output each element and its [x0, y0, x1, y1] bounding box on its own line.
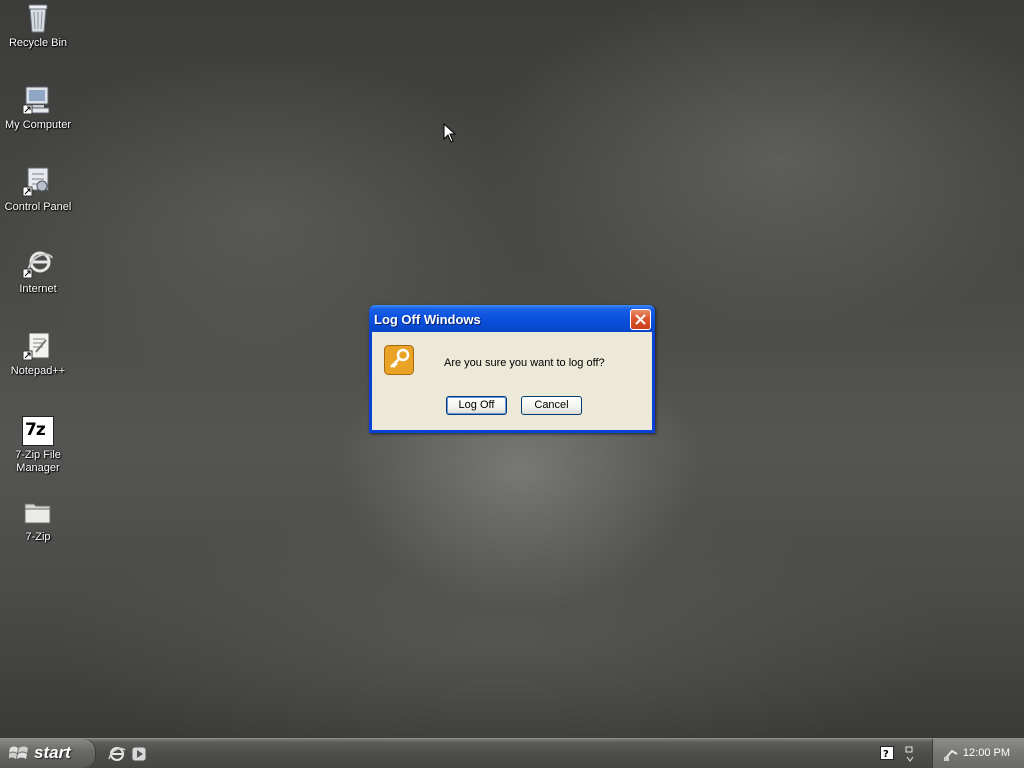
- 7zip-icon: 7z: [22, 416, 54, 446]
- network-icon[interactable]: [943, 746, 959, 762]
- start-label: start: [34, 743, 71, 762]
- desktop-icon-label: 7-Zip: [25, 531, 51, 543]
- desktop-icon-notepadpp[interactable]: Notepad++: [0, 330, 76, 378]
- desktop-icon-label: Notepad++: [10, 365, 66, 377]
- desktop-icon-recycle-bin[interactable]: Recycle Bin: [0, 2, 76, 50]
- media-player-icon[interactable]: [130, 745, 148, 763]
- dialog-message: Are you sure you want to log off?: [444, 357, 605, 369]
- desktop: Recycle Bin My Computer Control Panel In…: [0, 0, 1024, 738]
- help-icon[interactable]: ?: [880, 746, 894, 760]
- cancel-button[interactable]: Cancel: [521, 396, 582, 415]
- windows-logo-icon: [9, 746, 28, 759]
- desktop-icon-7zip-folder[interactable]: 7-Zip: [0, 496, 76, 544]
- dialog-title: Log Off Windows: [374, 312, 481, 327]
- volume-icon[interactable]: [904, 744, 916, 764]
- internet-icon: [22, 251, 53, 279]
- desktop-icon-label: 7-Zip File Manager: [15, 449, 61, 474]
- svg-text:?: ?: [883, 749, 889, 760]
- dialog-body: Are you sure you want to log off? Log Of…: [372, 332, 652, 430]
- my-computer-icon: [22, 86, 50, 115]
- internet-explorer-icon[interactable]: [108, 745, 126, 763]
- desktop-icon-label: Recycle Bin: [8, 37, 68, 49]
- desktop-icon-control-panel[interactable]: Control Panel: [0, 166, 76, 214]
- desktop-icon-label: My Computer: [4, 119, 72, 131]
- log-off-button[interactable]: Log Off: [446, 396, 507, 415]
- dialog-titlebar[interactable]: Log Off Windows: [369, 305, 655, 332]
- control-panel-icon: [22, 167, 49, 197]
- key-icon: [384, 345, 414, 375]
- system-tray: 12:00 PM: [932, 739, 1024, 768]
- taskbar: start ? 12:00 PM: [0, 738, 1024, 768]
- 7zip-glyph-text: 7z: [25, 420, 46, 440]
- close-button[interactable]: [630, 309, 651, 330]
- desktop-icon-label: Internet: [19, 283, 57, 295]
- clock[interactable]: 12:00 PM: [963, 747, 1010, 759]
- log-off-dialog: Log Off Windows Are you sure you want to…: [369, 305, 655, 433]
- folder-icon: [24, 503, 51, 524]
- desktop-icon-my-computer[interactable]: My Computer: [0, 84, 76, 132]
- start-button[interactable]: start: [0, 739, 96, 768]
- desktop-icon-internet[interactable]: Internet: [0, 248, 76, 296]
- notepadpp-icon: [22, 331, 50, 361]
- desktop-icon-7zip-file-manager[interactable]: 7z 7-Zip File Manager: [0, 416, 76, 475]
- close-icon: [635, 314, 646, 325]
- desktop-icon-label: Control Panel: [4, 201, 72, 213]
- recycle-bin-icon: [28, 4, 48, 33]
- mouse-cursor-icon: [443, 123, 457, 143]
